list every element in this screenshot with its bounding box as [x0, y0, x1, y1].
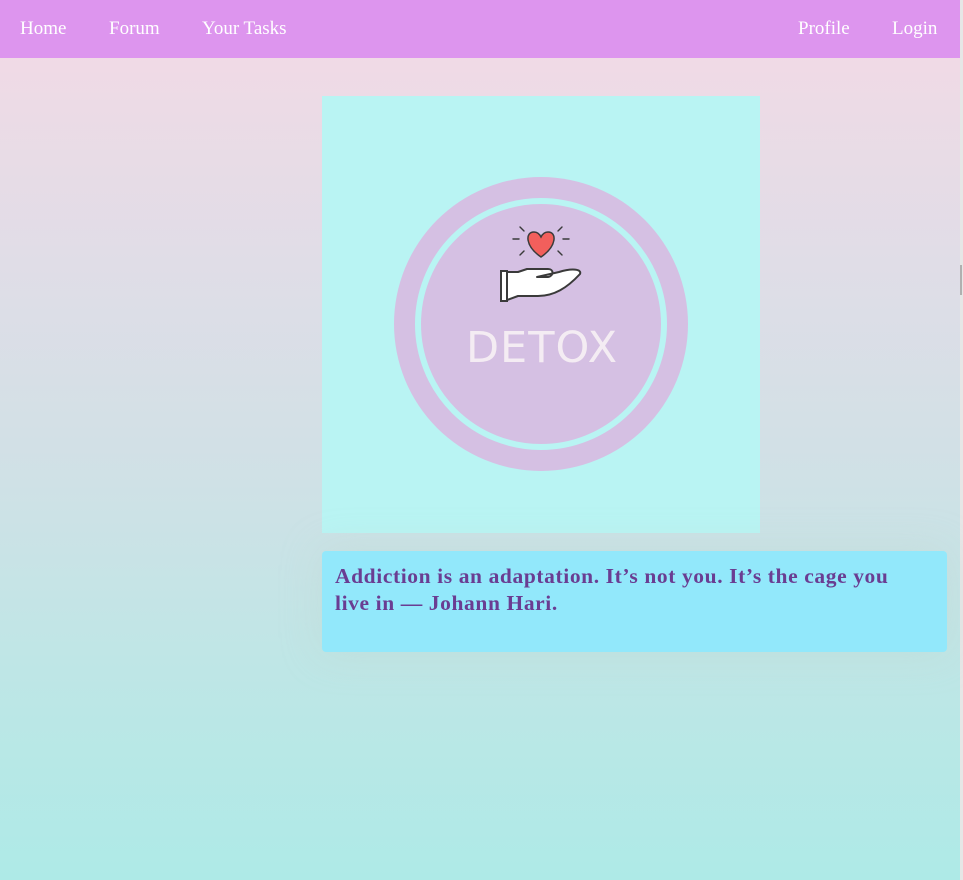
cuff-icon: [500, 270, 508, 302]
scrollbar-thumb[interactable]: [960, 265, 962, 295]
logo-graphic: DETOX: [394, 177, 688, 471]
top-navbar: Home Forum Your Tasks Profile Login: [0, 0, 960, 58]
logo-text: DETOX: [466, 323, 618, 373]
quote-card: Addiction is an adaptation. It’s not you…: [322, 551, 947, 652]
detox-logo: DETOX: [322, 96, 760, 533]
nav-forum-link[interactable]: Forum: [109, 0, 160, 58]
quote-text: Addiction is an adaptation. It’s not you…: [335, 564, 889, 615]
nav-login-link[interactable]: Login: [892, 0, 937, 58]
nav-your-tasks-link[interactable]: Your Tasks: [202, 0, 287, 58]
nav-profile-link[interactable]: Profile: [798, 0, 850, 58]
nav-home-link[interactable]: Home: [20, 0, 66, 58]
